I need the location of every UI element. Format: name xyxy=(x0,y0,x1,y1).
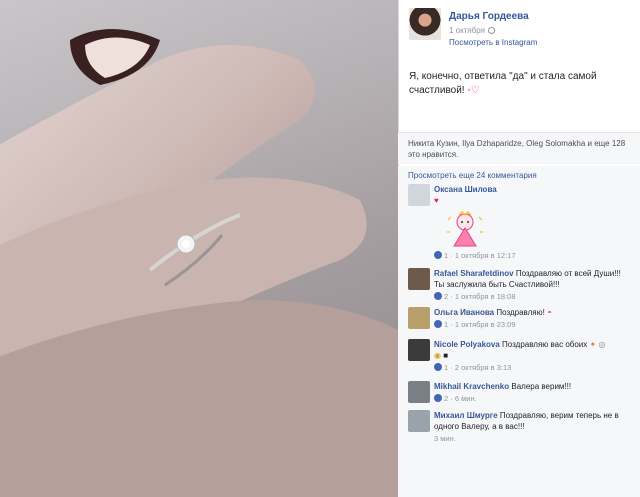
commenter-avatar[interactable] xyxy=(408,339,430,361)
comment-likes[interactable]: 1 xyxy=(444,320,448,329)
commenter-avatar[interactable] xyxy=(408,268,430,290)
commenter-name[interactable]: Оксана Шилова xyxy=(434,185,497,194)
author-name[interactable]: Дарья Гордеева xyxy=(449,11,529,22)
comment-time[interactable]: 1 октября в 18:08 xyxy=(455,292,516,301)
post-caption: Я, конечно, ответила "да" и стала самой … xyxy=(409,70,631,98)
view-on-instagram-link[interactable]: Посмотреть в Instagram xyxy=(449,38,537,47)
comment-likes[interactable]: 2 xyxy=(444,292,448,301)
comment-text: Валера верим!!! xyxy=(511,382,572,391)
commenter-name[interactable]: Mikhail Kravchenko xyxy=(434,382,509,391)
comment-time[interactable]: 1 октября в 12:17 xyxy=(455,251,516,260)
comment-likes[interactable]: 1 xyxy=(444,251,448,260)
commenter-name[interactable]: Nicole Polyakova xyxy=(434,340,500,349)
commenter-avatar[interactable] xyxy=(408,381,430,403)
post-date[interactable]: 1 октября xyxy=(449,26,495,35)
post-photo[interactable] xyxy=(0,0,398,497)
author-avatar[interactable] xyxy=(409,8,441,40)
comment-time[interactable]: 1 октября в 23:09 xyxy=(455,320,516,329)
commenter-avatar[interactable] xyxy=(408,184,430,206)
comment-likes[interactable]: 1 xyxy=(444,363,448,372)
commenter-avatar[interactable] xyxy=(408,307,430,329)
post-date-text[interactable]: 1 октября xyxy=(449,26,485,35)
like-icon xyxy=(434,320,442,328)
comment-time[interactable]: 3 мин. xyxy=(434,434,456,443)
comment-time[interactable]: 2 октября в 3:13 xyxy=(455,363,511,372)
comment-likes[interactable]: 2 xyxy=(444,394,448,403)
likes-summary[interactable]: Никита Кузин, Ilya Dzhaparidze, Oleg Sol… xyxy=(408,138,630,160)
commenter-name[interactable]: Rafael Sharafetdinov xyxy=(434,269,514,278)
party-emoji-icon: ✦ xyxy=(589,340,597,349)
likes-bar: Никита Кузин, Ilya Dzhaparidze, Oleg Sol… xyxy=(398,132,640,164)
comment-time[interactable]: 6 мин. xyxy=(455,394,477,403)
view-more-comments-link[interactable]: Просмотреть еще 24 комментария xyxy=(408,171,537,180)
like-icon xyxy=(434,394,442,402)
heart-icon: ♥ xyxy=(434,196,439,205)
post-header: Дарья Гордеева 1 октября Посмотреть в In… xyxy=(409,8,631,48)
ring-heart-emoji-icon: ◦♡ xyxy=(467,85,480,96)
like-icon xyxy=(434,363,442,371)
sticker-image xyxy=(442,210,488,248)
commenter-avatar[interactable] xyxy=(408,410,430,432)
ring-emoji-icon: ◎ xyxy=(598,340,606,349)
like-icon xyxy=(434,251,442,259)
comment-text: Поздравляю вас обоих xyxy=(502,340,588,349)
globe-icon xyxy=(487,27,495,34)
commenter-name[interactable]: Михаил Шмурге xyxy=(434,411,498,420)
hand-with-ring-image xyxy=(0,29,398,497)
commenter-name[interactable]: Ольга Иванова xyxy=(434,308,494,317)
caption-text: Я, конечно, ответила "да" и стала самой … xyxy=(409,71,597,96)
top-hat-emoji-icon: ■ xyxy=(443,351,449,360)
like-icon xyxy=(434,292,442,300)
princess-sticker-icon xyxy=(447,210,483,247)
ring-emoji-icon: ◉ xyxy=(434,351,441,360)
comment-text: Поздравляю! xyxy=(496,308,545,317)
watermelon-emoji-icon: ◓ xyxy=(547,308,552,317)
